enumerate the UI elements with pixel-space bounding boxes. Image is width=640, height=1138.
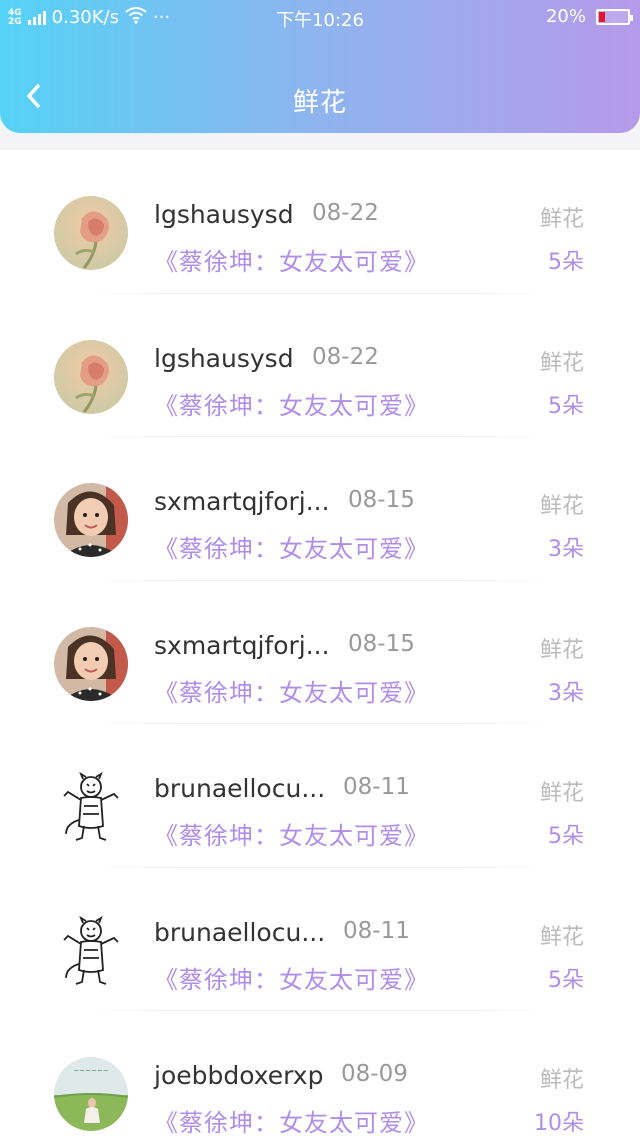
- gift-type-label: 鲜花: [539, 207, 584, 232]
- avatar[interactable]: [54, 196, 128, 270]
- gift-count: 3朵: [548, 537, 584, 562]
- page-title: 鲜花: [292, 88, 347, 118]
- gift-type-label: 鲜花: [539, 1068, 584, 1093]
- username: brunaellocu...: [154, 774, 326, 803]
- list-item[interactable]: lgshausysd 08-22 鲜花《蔡徐坤：女友太可爱》 5朵: [0, 150, 640, 294]
- status-bar: 4G 2G 0.30K/s ··· 下午10:26 20%: [0, 0, 640, 34]
- gift-type-label: 鲜花: [539, 350, 584, 376]
- username: brunaellocu...: [154, 917, 326, 947]
- gift-count: 5朵: [548, 250, 584, 275]
- battery-percent: 20%: [545, 6, 586, 27]
- record-date: 08-15: [348, 630, 415, 657]
- list-item[interactable]: brunaellocu... 08-11 鲜花《蔡徐坤：女友太可爱》 5朵: [0, 724, 640, 868]
- gift-count: 5朵: [548, 393, 584, 419]
- gift-count: 5朵: [548, 824, 584, 849]
- status-time: 下午10:26: [276, 10, 364, 31]
- record-date: 08-09: [341, 1061, 408, 1087]
- gift-record-list: lgshausysd 08-22 鲜花 《蔡徐坤：女友太可爱》 5朵 lgshausys…: [0, 150, 640, 1138]
- username: sxmartqjforj...: [154, 487, 330, 516]
- username: lgshausysd: [154, 343, 294, 373]
- avatar[interactable]: ~~~~~~: [54, 1057, 128, 1131]
- work-title-link[interactable]: 《蔡徐坤：女友太可爱》: [154, 529, 429, 564]
- battery-icon: [596, 8, 633, 25]
- work-title-link[interactable]: 《蔡徐坤：女友太可爱》: [154, 673, 429, 708]
- username: joebbdoxerxp: [154, 1061, 324, 1090]
- gift-type-label: 鲜花: [539, 637, 584, 663]
- work-title-link[interactable]: 《蔡徐坤：女友太可爱》: [154, 1103, 429, 1138]
- avatar[interactable]: [54, 626, 128, 701]
- list-item[interactable]: ~~~~~~ joebbdoxerxp 08-09 鲜花《蔡徐坤：女友太可爱》 10朵: [0, 1011, 640, 1138]
- nav-bar: 鲜花: [0, 60, 640, 134]
- list-item[interactable]: lgshausysd 08-22 鲜花《蔡徐坤：女友太可爱》 5朵: [0, 294, 640, 438]
- record-date: 08-22: [312, 200, 379, 226]
- gift-type-label: 鲜花: [539, 781, 584, 806]
- work-title-link[interactable]: 《蔡徐坤：女友太可爱》: [154, 816, 429, 851]
- avatar[interactable]: [54, 339, 128, 414]
- work-title-link[interactable]: 《蔡徐坤：女友太可爱》: [154, 242, 429, 277]
- work-title-link[interactable]: 《蔡徐坤：女友太可爱》: [154, 960, 429, 995]
- gift-count: 5朵: [548, 967, 584, 993]
- record-date: 08-22: [312, 343, 379, 370]
- record-date: 08-11: [343, 774, 410, 800]
- avatar[interactable]: [54, 913, 128, 988]
- record-date: 08-15: [348, 487, 415, 513]
- header: 4G 2G 0.30K/s ··· 下午10:26 20% 鲜花: [0, 0, 640, 133]
- gift-type-label: 鲜花: [539, 924, 584, 950]
- list-item[interactable]: brunaellocu... 08-11 鲜花《蔡徐坤：女友太可爱》 5朵: [0, 868, 640, 1012]
- svg-text:~~~~~~: ~~~~~~: [73, 1067, 108, 1075]
- record-date: 08-11: [343, 917, 410, 944]
- list-item[interactable]: sxmartqjforj... 08-15 鲜花《蔡徐坤：女友太可爱》 3朵: [0, 437, 640, 581]
- username: lgshausysd: [154, 200, 294, 229]
- work-title-link[interactable]: 《蔡徐坤：女友太可爱》: [154, 386, 429, 421]
- gift-count: 10朵: [534, 1111, 584, 1136]
- gift-count: 3朵: [548, 680, 584, 706]
- avatar[interactable]: [54, 483, 128, 557]
- username: sxmartqjforj...: [154, 630, 330, 660]
- list-item[interactable]: sxmartqjforj... 08-15 鲜花《蔡徐坤：女友太可爱》 3朵: [0, 581, 640, 725]
- gift-type-label: 鲜花: [539, 494, 584, 519]
- avatar[interactable]: [54, 770, 128, 844]
